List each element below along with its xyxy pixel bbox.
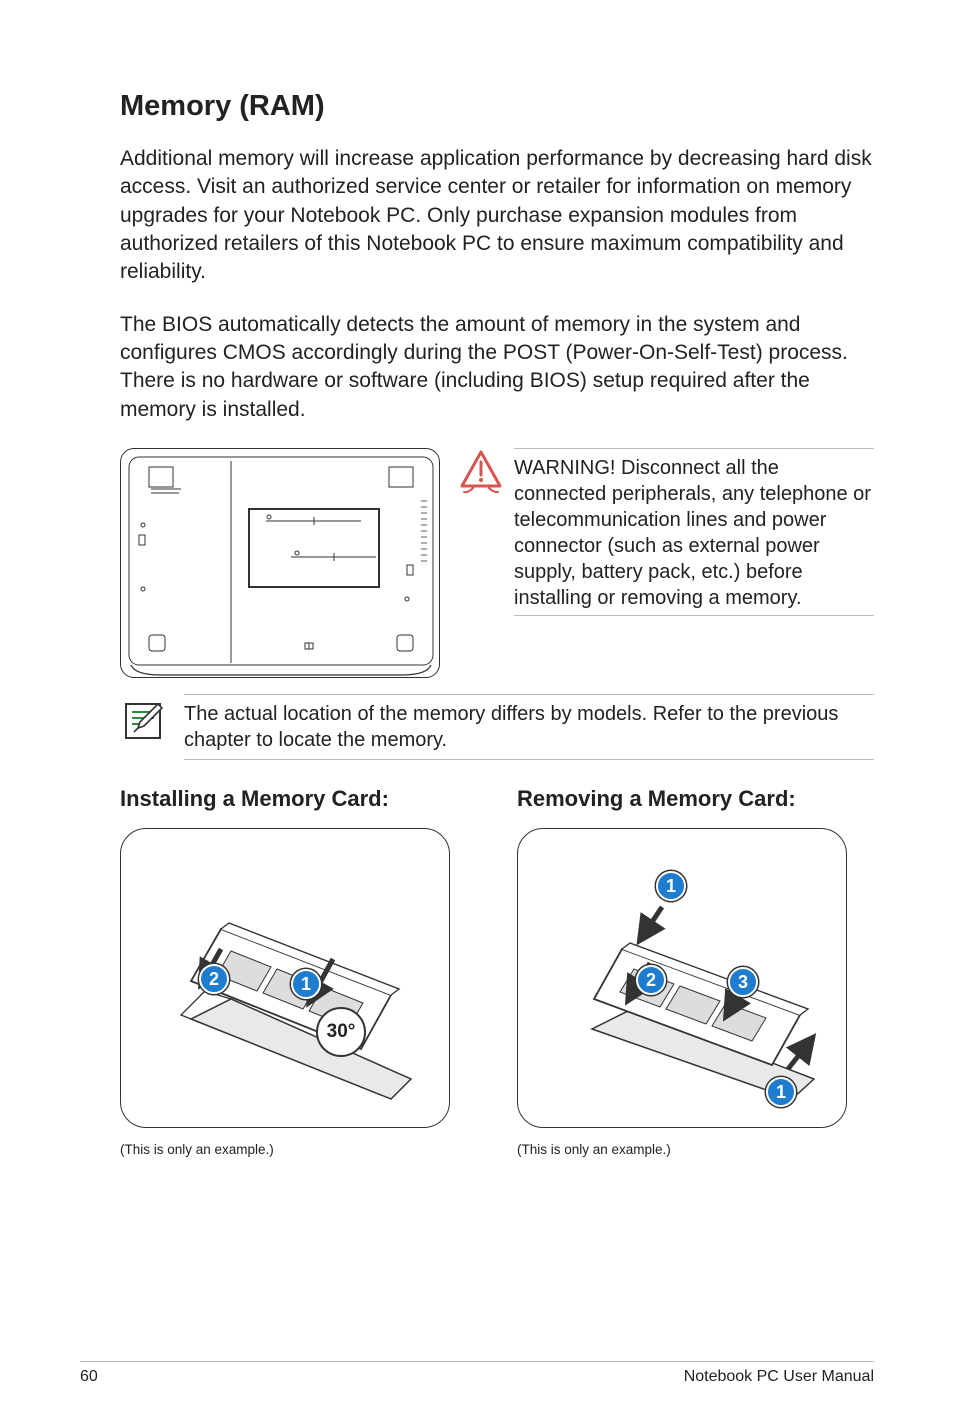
footer-page-number: 60 [80, 1368, 98, 1386]
angle-badge: 30° [316, 1007, 366, 1057]
step-badge-1: 1 [291, 969, 321, 999]
remove-caption: (This is only an example.) [517, 1142, 874, 1157]
warning-icon [458, 448, 504, 499]
install-caption: (This is only an example.) [120, 1142, 477, 1157]
warning-text: WARNING! Disconnect all the connected pe… [514, 448, 874, 616]
footer-manual-title: Notebook PC User Manual [684, 1368, 874, 1386]
intro-paragraph-1: Additional memory will increase applicat… [120, 145, 874, 287]
laptop-bottom-diagram [120, 448, 440, 678]
remove-memory-diagram: 1 2 3 1 [517, 828, 847, 1128]
step-badge-2: 2 [636, 965, 666, 995]
note-icon [120, 694, 166, 749]
intro-paragraph-2: The BIOS automatically detects the amoun… [120, 311, 874, 424]
install-memory-diagram: 2 1 30° [120, 828, 450, 1128]
step-badge-1-top: 1 [656, 871, 686, 901]
remove-heading: Removing a Memory Card: [517, 786, 874, 812]
step-badge-1-bottom: 1 [766, 1077, 796, 1107]
section-heading: Memory (RAM) [120, 90, 874, 123]
step-badge-2: 2 [199, 964, 229, 994]
install-heading: Installing a Memory Card: [120, 786, 477, 812]
step-badge-3: 3 [728, 967, 758, 997]
note-text: The actual location of the memory differ… [184, 694, 874, 760]
